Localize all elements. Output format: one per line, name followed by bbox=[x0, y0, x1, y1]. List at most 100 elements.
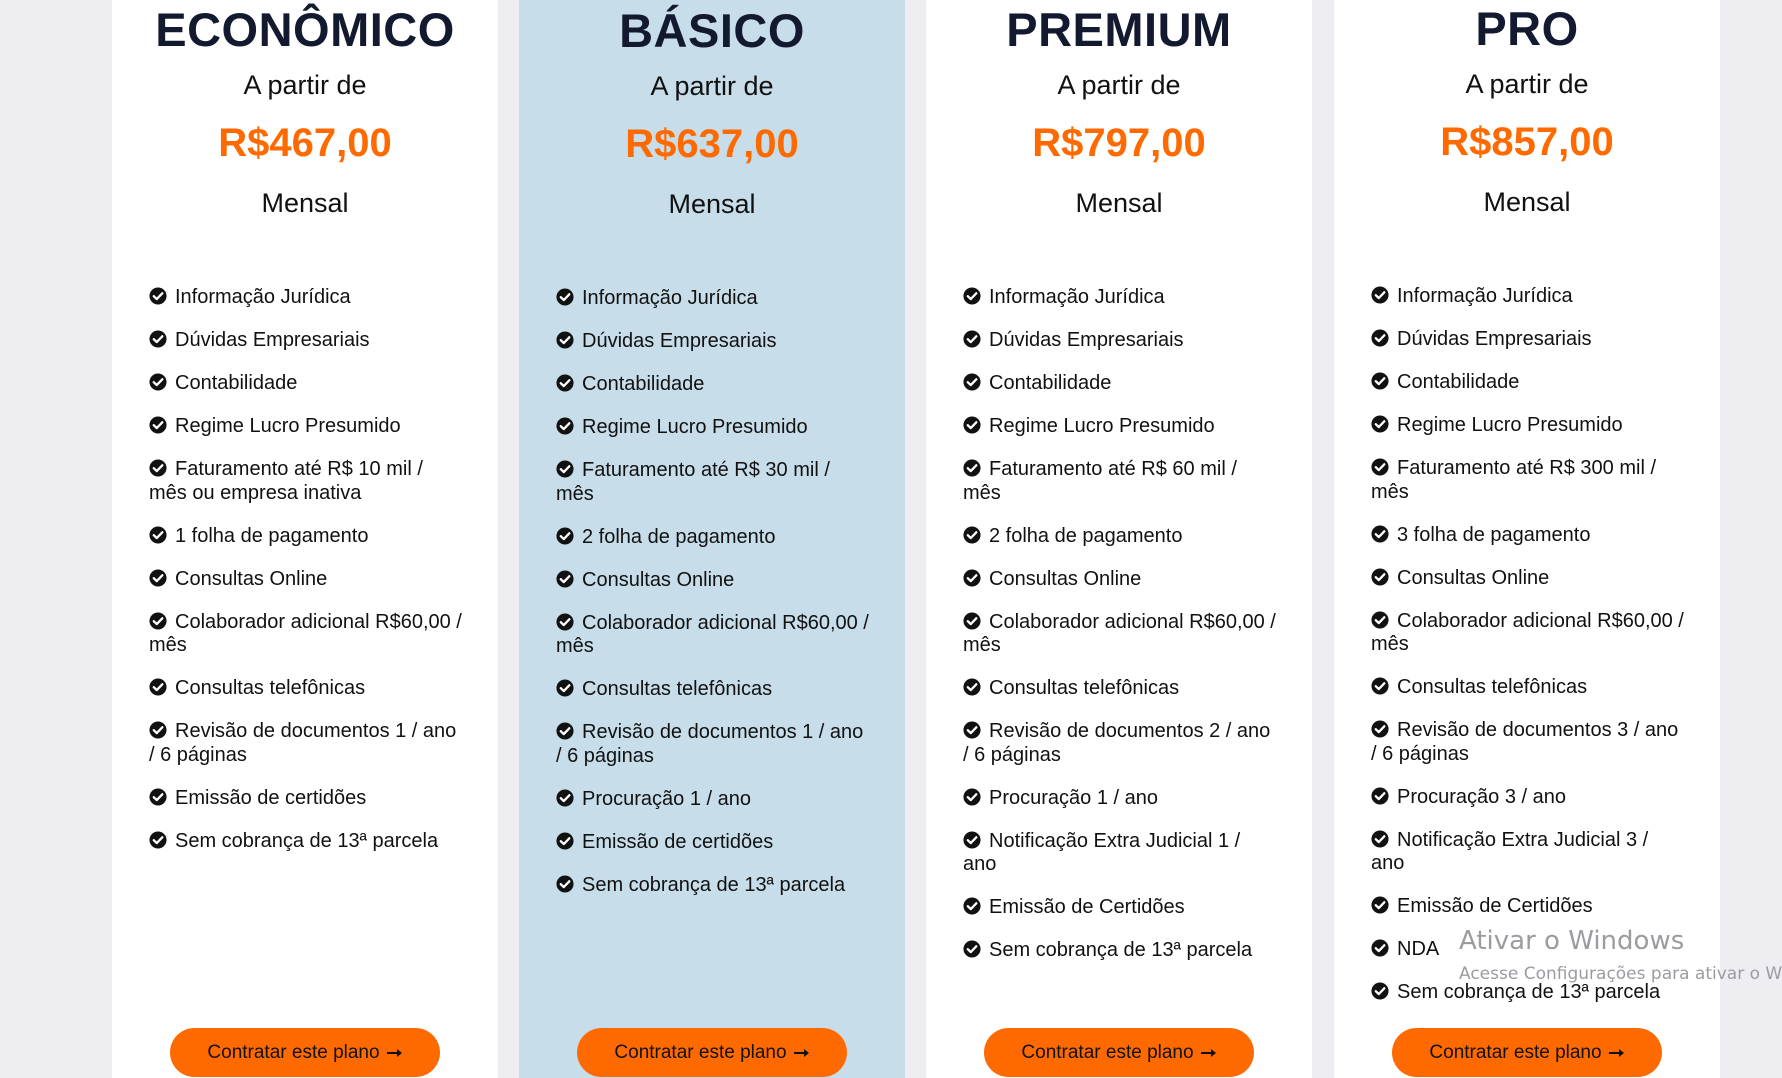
check-circle-icon bbox=[556, 722, 574, 740]
feature-text: Regime Lucro Presumido bbox=[582, 416, 808, 438]
feature-text: Colaborador adicional R$60,00 / mês bbox=[963, 610, 1276, 657]
feature-text: Regime Lucro Presumido bbox=[175, 415, 401, 437]
arrow-right-icon bbox=[386, 1042, 403, 1064]
plan-period: Mensal bbox=[261, 188, 349, 218]
feature-item: Sem cobrança de 13ª parcela bbox=[1371, 981, 1684, 1005]
feature-item: Sem cobrança de 13ª parcela bbox=[149, 830, 462, 854]
feature-item: Notificação Extra Judicial 3 / ano bbox=[1371, 829, 1684, 876]
plan-period: Mensal bbox=[1075, 188, 1163, 218]
feature-text: Consultas Online bbox=[582, 568, 735, 591]
check-circle-icon bbox=[556, 569, 574, 588]
feature-text: Revisão de documentos 3 / ano / 6 página… bbox=[1371, 719, 1679, 765]
feature-item: 2 folha de pagamento bbox=[963, 525, 1276, 549]
feature-text: Colaborador adicional R$60,00 / mês bbox=[149, 610, 462, 657]
feature-item: Contabilidade bbox=[963, 372, 1276, 396]
feature-item: Informação Jurídica bbox=[963, 286, 1276, 310]
check-circle-icon bbox=[149, 721, 167, 739]
feature-item: Revisão de documentos 3 / ano / 6 página… bbox=[1371, 719, 1684, 766]
check-circle-icon bbox=[1371, 939, 1389, 957]
check-circle-icon bbox=[963, 525, 981, 544]
contract-plan-label: Contratar este plano bbox=[1021, 1041, 1194, 1063]
contract-plan-button[interactable]: Contratar este plano bbox=[1392, 1028, 1662, 1077]
check-circle-icon bbox=[556, 831, 574, 850]
check-circle-icon bbox=[963, 287, 981, 305]
check-circle-icon bbox=[556, 526, 574, 545]
contract-plan-button[interactable]: Contratar este plano bbox=[170, 1028, 440, 1077]
feature-text: Notificação Extra Judicial 3 / ano bbox=[1371, 828, 1649, 875]
check-circle-icon bbox=[556, 417, 574, 435]
feature-text: Procuração 1 / ano bbox=[582, 787, 751, 810]
contract-plan-button[interactable]: Contratar este plano bbox=[984, 1028, 1254, 1077]
feature-item: Procuração 1 / ano bbox=[963, 787, 1276, 811]
feature-text: Contabilidade bbox=[582, 373, 705, 395]
feature-text: Emissão de certidões bbox=[582, 830, 774, 853]
check-circle-icon bbox=[1371, 786, 1389, 805]
feature-text: Dúvidas Empresariais bbox=[175, 329, 370, 351]
plan-title: BÁSICO bbox=[619, 4, 805, 57]
feature-text: Revisão de documentos 2 / ano / 6 página… bbox=[963, 720, 1271, 766]
feature-text: Consultas telefônicas bbox=[989, 677, 1180, 699]
feature-item: Regime Lucro Presumido bbox=[1371, 414, 1684, 438]
contract-plan-label: Contratar este plano bbox=[614, 1041, 787, 1063]
feature-text: Regime Lucro Presumido bbox=[989, 415, 1215, 437]
check-circle-icon bbox=[963, 611, 981, 630]
feature-item: 3 folha de pagamento bbox=[1371, 524, 1684, 548]
feature-item: Consultas telefônicas bbox=[963, 677, 1276, 701]
feature-item: Dúvidas Empresariais bbox=[1371, 328, 1684, 352]
plan-from-label: A partir de bbox=[243, 70, 367, 100]
feature-text: Notificação Extra Judicial 1 / ano bbox=[963, 829, 1241, 876]
feature-text: Faturamento até R$ 10 mil / mês ou empre… bbox=[149, 458, 423, 504]
feature-item: Faturamento até R$ 60 mil / mês bbox=[963, 458, 1276, 505]
arrow-right-icon bbox=[1200, 1042, 1217, 1064]
feature-text: Sem cobrança de 13ª parcela bbox=[582, 873, 846, 896]
check-circle-icon bbox=[963, 678, 981, 696]
contract-plan-button[interactable]: Contratar este plano bbox=[577, 1028, 847, 1077]
feature-text: Colaborador adicional R$60,00 / mês bbox=[556, 611, 869, 658]
check-circle-icon bbox=[1371, 372, 1389, 390]
contract-plan-label: Contratar este plano bbox=[207, 1041, 380, 1063]
feature-text: Consultas telefônicas bbox=[1397, 676, 1588, 698]
feature-item: Revisão de documentos 1 / ano / 6 página… bbox=[149, 720, 462, 767]
check-circle-icon bbox=[1371, 567, 1389, 586]
plan-from-label: A partir de bbox=[650, 71, 774, 101]
feature-text: 2 folha de pagamento bbox=[582, 525, 776, 548]
contract-plan-label: Contratar este plano bbox=[1429, 1041, 1602, 1063]
plan-card-0: ECONÔMICO A partir de R$467,00 Mensal Inform… bbox=[112, 0, 498, 1078]
feature-item: Faturamento até R$ 30 mil / mês bbox=[556, 459, 869, 506]
feature-text: Consultas Online bbox=[989, 567, 1142, 590]
plan-period: Mensal bbox=[668, 189, 756, 219]
feature-item: Colaborador adicional R$60,00 / mês bbox=[1371, 610, 1684, 657]
feature-item: Consultas Online bbox=[1371, 567, 1684, 591]
feature-text: Sem cobrança de 13ª parcela bbox=[989, 939, 1253, 961]
check-circle-icon bbox=[149, 287, 167, 305]
feature-text: Dúvidas Empresariais bbox=[1397, 328, 1592, 350]
plan-card-1: BÁSICO A partir de R$637,00 Mensal Informaçã… bbox=[519, 0, 905, 1078]
check-circle-icon bbox=[149, 678, 167, 696]
feature-list: Informação Jurídica Dúvidas Empresariais C… bbox=[963, 286, 1276, 982]
check-circle-icon bbox=[1371, 524, 1389, 543]
check-circle-icon bbox=[556, 331, 574, 349]
feature-item: Faturamento até R$ 10 mil / mês ou empre… bbox=[149, 458, 462, 505]
feature-item: Consultas telefônicas bbox=[149, 677, 462, 701]
check-circle-icon bbox=[149, 416, 167, 434]
check-circle-icon bbox=[556, 460, 574, 478]
feature-text: Sem cobrança de 13ª parcela bbox=[1397, 981, 1661, 1003]
feature-text: Contabilidade bbox=[175, 372, 298, 394]
check-circle-icon bbox=[1371, 896, 1389, 914]
check-circle-icon bbox=[1371, 982, 1389, 1000]
plan-price: R$857,00 bbox=[1440, 120, 1614, 164]
plan-price: R$797,00 bbox=[1032, 121, 1206, 165]
check-circle-icon bbox=[1371, 286, 1389, 304]
feature-text: Faturamento até R$ 60 mil / mês bbox=[963, 458, 1237, 504]
feature-text: Emissão de Certidões bbox=[1397, 895, 1593, 917]
check-circle-icon bbox=[1371, 610, 1389, 629]
feature-item: Emissão de Certidões bbox=[963, 896, 1276, 920]
feature-text: 3 folha de pagamento bbox=[1397, 523, 1591, 546]
check-circle-icon bbox=[149, 787, 167, 806]
feature-item: Dúvidas Empresariais bbox=[963, 329, 1276, 353]
feature-item: Procuração 1 / ano bbox=[556, 788, 869, 812]
check-circle-icon bbox=[149, 459, 167, 477]
check-circle-icon bbox=[556, 679, 574, 697]
feature-list: Informação Jurídica Dúvidas Empresariais C… bbox=[556, 287, 869, 917]
check-circle-icon bbox=[963, 568, 981, 587]
